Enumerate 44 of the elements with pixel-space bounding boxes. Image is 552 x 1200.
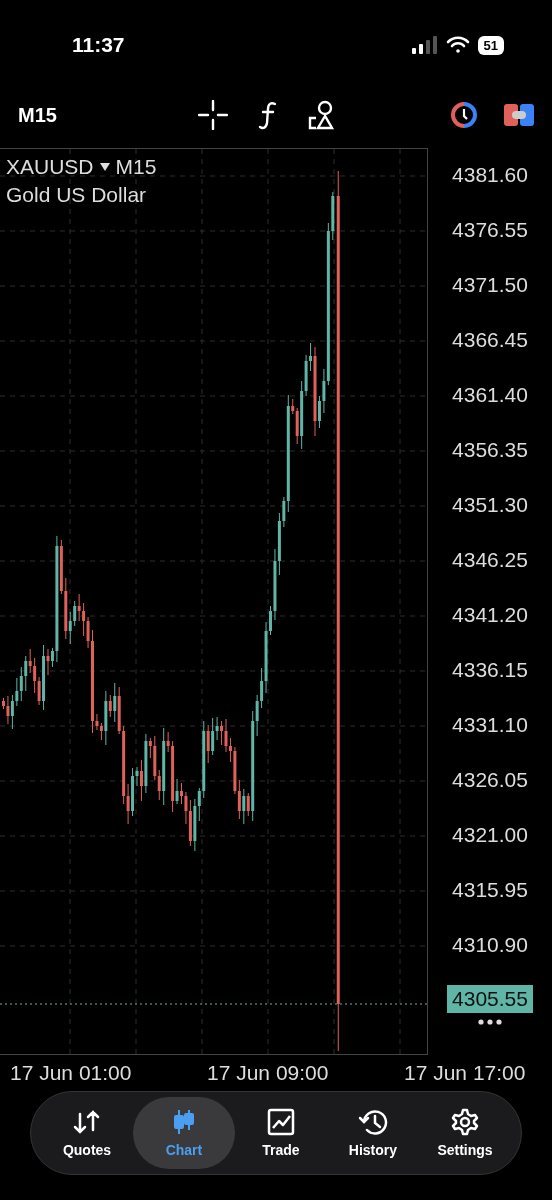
tab-button[interactable]: Trade bbox=[234, 1097, 327, 1169]
settings-icon bbox=[451, 1108, 479, 1136]
price-label: 4351.30 bbox=[452, 492, 528, 518]
symbol-timeframe: M15 bbox=[115, 154, 157, 180]
up-down-arrows-icon bbox=[72, 1108, 102, 1136]
tab-button[interactable]: Settings bbox=[418, 1097, 511, 1169]
time-label: 17 Jun 01:00 bbox=[10, 1061, 133, 1085]
candlestick-chart[interactable]: XAUUSD M15 Gold US Dollar bbox=[0, 148, 428, 1055]
price-label: 4310.90 bbox=[452, 932, 528, 958]
crosshair-icon[interactable] bbox=[198, 100, 228, 130]
price-label: 4321.00 bbox=[452, 822, 528, 848]
line-chart-icon bbox=[266, 1108, 295, 1136]
toggle-icon[interactable] bbox=[504, 103, 534, 127]
price-label: 4315.95 bbox=[452, 877, 528, 903]
battery-level: 51 bbox=[477, 35, 504, 55]
history-icon bbox=[357, 1108, 388, 1136]
tab-button[interactable]: Chart bbox=[133, 1097, 235, 1169]
function-icon[interactable] bbox=[258, 100, 278, 130]
status-time: 11:37 bbox=[72, 33, 125, 57]
price-label: 4356.35 bbox=[452, 437, 528, 463]
tab-button[interactable]: Quotes bbox=[41, 1097, 134, 1169]
price-label: 4341.20 bbox=[452, 602, 528, 628]
wifi-icon bbox=[445, 36, 470, 54]
price-label: 4371.50 bbox=[452, 272, 528, 298]
shapes-icon[interactable] bbox=[308, 100, 336, 130]
price-label: 4326.05 bbox=[452, 767, 528, 793]
symbol-description: Gold US Dollar bbox=[6, 182, 148, 208]
price-label: 4331.10 bbox=[452, 712, 528, 738]
timeframe-button[interactable]: M15 bbox=[18, 103, 198, 127]
time-label: 17 Jun 17:00 bbox=[404, 1061, 527, 1085]
price-label: 4381.60 bbox=[452, 162, 528, 188]
price-label: 4346.25 bbox=[452, 547, 528, 573]
signal-icon bbox=[411, 36, 438, 54]
price-label: 4376.55 bbox=[452, 217, 528, 243]
time-label: 17 Jun 09:00 bbox=[207, 1061, 330, 1085]
more-icon[interactable] bbox=[478, 1019, 502, 1025]
tab-button[interactable]: History bbox=[326, 1097, 419, 1169]
caret-icon[interactable] bbox=[99, 163, 110, 171]
clock-icon[interactable] bbox=[450, 101, 478, 129]
current-price-label: 4305.55 bbox=[447, 985, 533, 1013]
price-label: 4361.40 bbox=[452, 382, 528, 408]
price-label: 4336.15 bbox=[452, 657, 528, 683]
symbol-name[interactable]: XAUUSD bbox=[6, 153, 94, 181]
price-label: 4366.45 bbox=[452, 327, 528, 353]
